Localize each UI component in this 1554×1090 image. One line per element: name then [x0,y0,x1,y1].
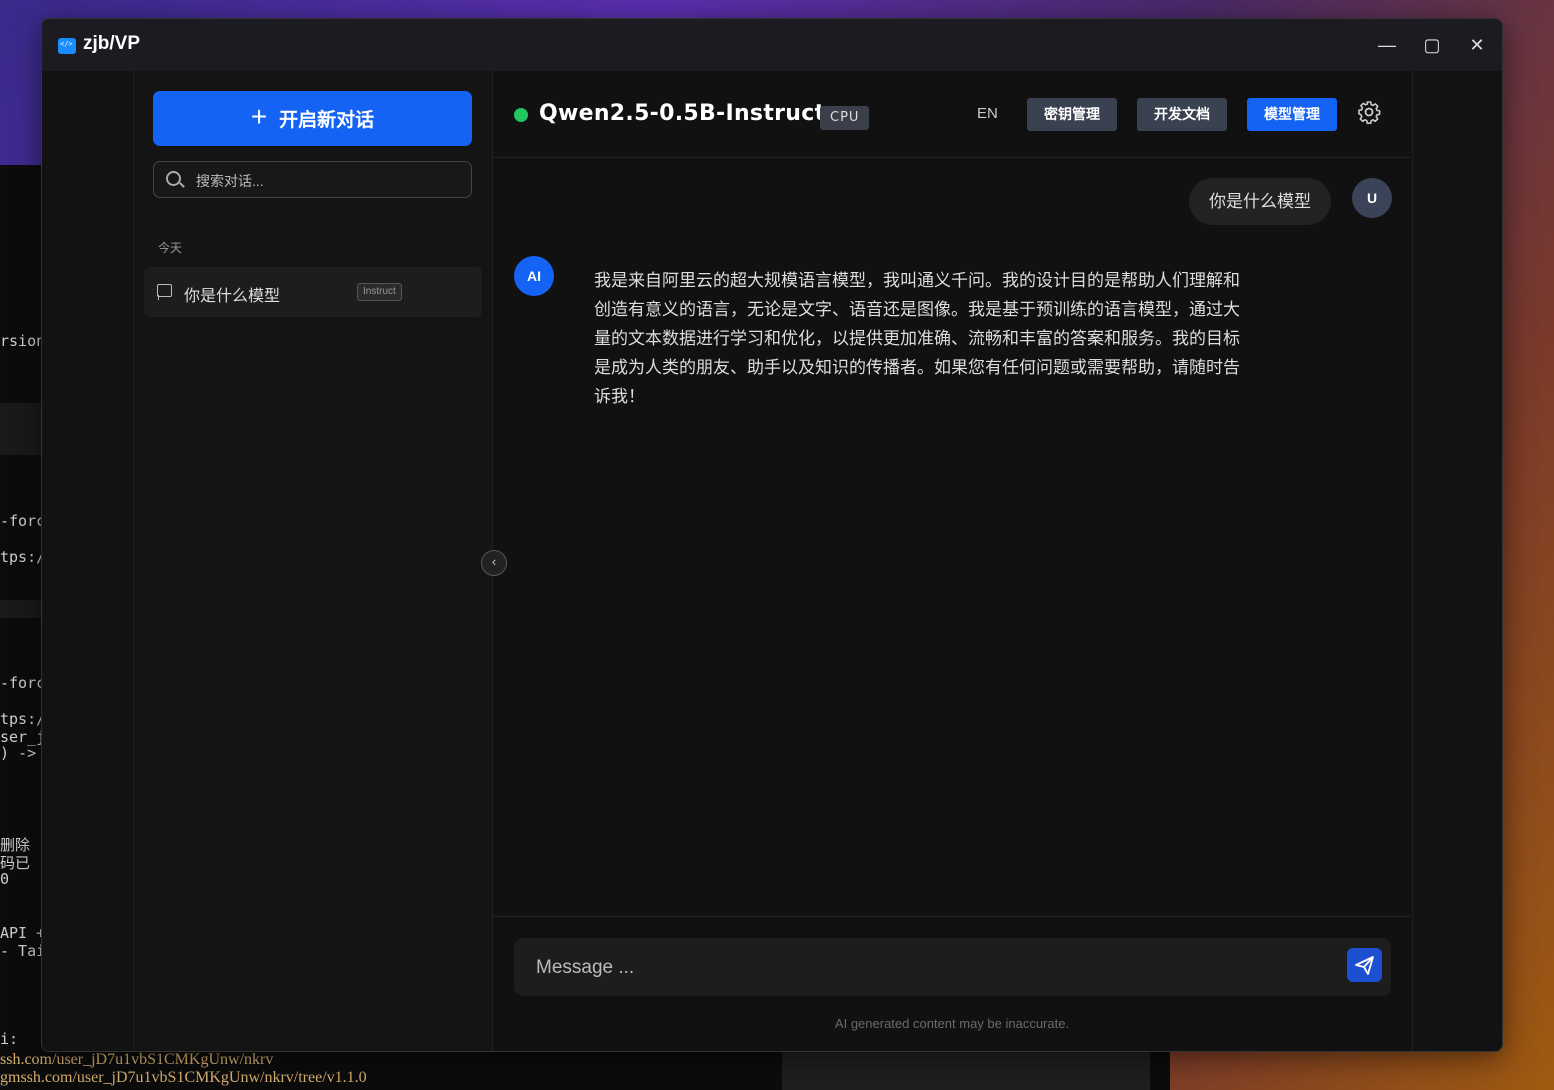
model-name: Qwen2.5-0.5B-Instruct [539,101,826,126]
terminal-line: ssh.com/user_jD7u1vbS1CMKgUnw/nkrv [0,1051,274,1068]
terminal-fragment: -force [0,512,45,530]
maximize-button[interactable]: ▢ [1417,31,1447,59]
chat-bubble-icon [157,284,172,300]
minimize-button[interactable]: — [1372,31,1402,59]
terminal-fragment: - Tai [0,942,45,960]
terminal-bar [0,600,45,618]
search-input[interactable] [194,162,458,199]
title-bar[interactable]: zjb/VP — ▢ ✕ [42,19,1502,71]
conversation-item[interactable]: 你是什么模型 Instruct [144,267,482,317]
terminal-line: gmssh.com/user_jD7u1vbS1CMKgUnw/nkrv/tre… [0,1069,367,1086]
user-avatar: U [1352,178,1392,218]
terminal-fragment: 0 [0,870,10,888]
terminal-fragment: tps:/ [0,710,45,728]
terminal-fragment: ) -> [0,744,37,762]
user-message: 你是什么模型 [1189,178,1331,225]
gear-icon[interactable] [1357,100,1381,124]
disclaimer: AI generated content may be inaccurate. [834,1016,1070,1031]
message-input[interactable] [534,938,1328,998]
sidebar: + 开启新对话 今天 你是什么模型 Instruct [134,71,493,1051]
conversation-title: 你是什么模型 [184,288,281,305]
dev-docs-button[interactable]: 开发文档 [1137,98,1227,131]
app-window: zjb/VP — ▢ ✕ + 开启新对话 今天 你是什么模型 Instruct … [41,18,1503,1052]
key-management-button[interactable]: 密钥管理 [1027,98,1117,131]
terminal-fragment: -force [0,674,45,692]
section-label-today: 今天 [158,241,183,255]
left-gutter [42,71,134,1051]
terminal-fragment: tps:/ [0,548,45,566]
search-box[interactable] [153,161,472,199]
chat-header: Qwen2.5-0.5B-Instruct CPU EN 密钥管理 开发文档 模… [493,71,1411,158]
chevron-left-icon: ‹ [491,554,497,569]
send-button[interactable] [1347,948,1382,982]
background-terminal-bottom: ssh.com/user_jD7u1vbS1CMKgUnw/nkrv gmssh… [0,1050,1170,1090]
collapse-sidebar-button[interactable]: ‹ [481,550,507,576]
language-toggle[interactable]: EN [977,105,998,122]
new-chat-button[interactable]: + 开启新对话 [153,91,472,146]
app-logo-icon [58,38,76,54]
terminal-fragment: API + [0,924,45,942]
background-terminal: rsion -force tps:/ -force tps:/ ser_j ) … [0,165,45,1090]
send-icon [1355,956,1374,975]
assistant-message: 我是来自阿里云的超大规模语言模型，我叫通义千问。我的设计目的是帮助人们理解和创造… [594,271,1240,406]
chat-main: Qwen2.5-0.5B-Instruct CPU EN 密钥管理 开发文档 模… [493,71,1411,1051]
terminal-fragment: rsion [0,332,45,350]
composer-area: AI generated content may be inaccurate. [493,916,1411,1051]
search-icon [166,171,181,186]
terminal-bar [0,403,45,455]
conversation-model-badge: Instruct [357,283,402,301]
window-title: zjb/VP [83,33,141,54]
device-badge: CPU [820,106,870,130]
composer[interactable] [514,938,1391,998]
assistant-avatar: AI [514,256,554,296]
background-panel [782,1050,1150,1090]
new-chat-label: 开启新对话 [279,110,375,131]
model-management-button[interactable]: 模型管理 [1247,98,1337,131]
plus-icon: + [250,101,268,132]
terminal-fragment: i: [0,1030,19,1048]
right-gutter [1412,71,1502,1051]
status-indicator-icon [514,108,528,122]
close-button[interactable]: ✕ [1462,31,1492,59]
